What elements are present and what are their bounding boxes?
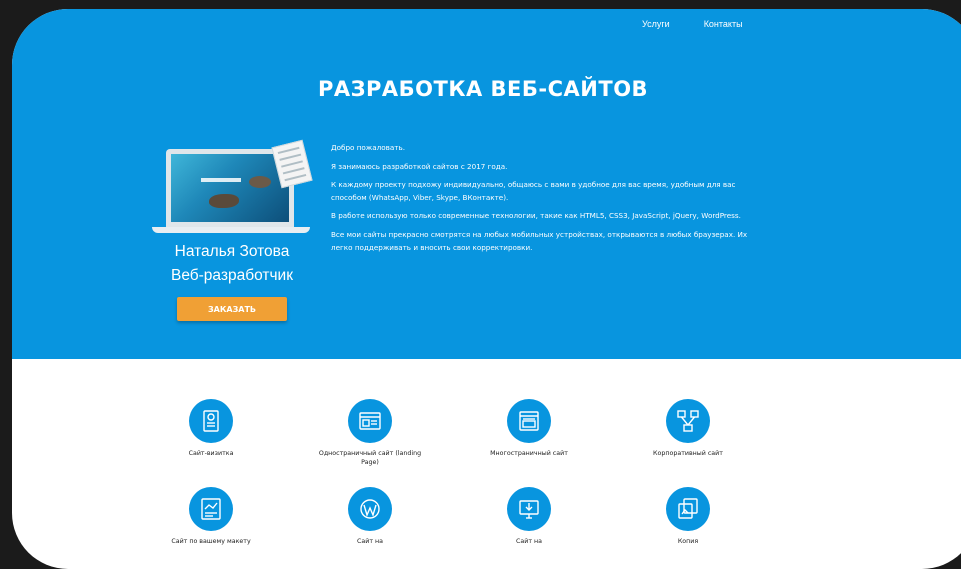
- copy-site-icon: [678, 498, 698, 519]
- developer-name: Наталья Зотова: [174, 243, 290, 260]
- intro-paragraph: Все мои сайты прекрасно смотрятся на люб…: [331, 229, 748, 252]
- intro-paragraph: В работе использую только современные те…: [331, 211, 741, 221]
- order-button[interactable]: ЗАКАЗАТЬ: [177, 297, 287, 321]
- service-item-landing-page[interactable]: Одностраничный сайт (landing Page): [315, 399, 425, 467]
- laptop-base: [152, 227, 310, 233]
- service-icon-circle: [666, 399, 710, 443]
- page-title-text: РАЗРАБОТКА ВЕБ-САЙТОВ: [317, 77, 649, 101]
- hero-section: Услуги Контакты РАЗРАБОТКА ВЕБ-САЙТОВ На…: [12, 9, 961, 359]
- page-frame: Услуги Контакты РАЗРАБОТКА ВЕБ-САЙТОВ На…: [12, 9, 961, 569]
- services-section: Сайт-визитка Одностраничный сайт (landin…: [12, 359, 961, 569]
- service-icon-circle: [666, 487, 710, 531]
- corporate-network-icon: [677, 410, 699, 432]
- service-item-corporate[interactable]: Корпоративный сайт: [633, 399, 743, 458]
- service-item-copy[interactable]: Копия: [633, 487, 743, 546]
- service-icon-circle: [507, 399, 551, 443]
- service-item-cms[interactable]: Сайт на: [474, 487, 584, 546]
- intro-text: Добро пожаловать. Я занимаюсь разработко…: [331, 142, 761, 260]
- intro-paragraph: К каждому проекту подхожу индивидуально,…: [331, 180, 736, 202]
- service-label: Корпоративный сайт: [653, 450, 723, 457]
- screen-headline-bar: [201, 178, 241, 182]
- service-label: Сайт-визитка: [188, 450, 234, 457]
- laptop-illustration: [152, 139, 313, 235]
- laptop-screen: [171, 154, 289, 222]
- landing-page-icon: [359, 412, 381, 430]
- page-title: РАЗРАБОТКА ВЕБ-САЙТОВ: [12, 77, 961, 101]
- service-item-wordpress[interactable]: Сайт на: [315, 487, 425, 546]
- screen-rock: [209, 194, 239, 208]
- service-label: Многостраничный сайт: [490, 450, 568, 457]
- multipage-site-icon: [519, 411, 539, 431]
- service-icon-circle: [189, 399, 233, 443]
- intro-paragraph: Я занимаюсь разработкой сайтов с 2017 го…: [331, 161, 508, 171]
- cms-download-icon: [519, 500, 539, 519]
- service-icon-circle: [189, 487, 233, 531]
- layout-mockup-icon: [201, 498, 221, 520]
- service-item-custom-layout[interactable]: Сайт по вашему макету: [156, 487, 266, 546]
- business-card-icon: [203, 410, 219, 432]
- intro-paragraph: Добро пожаловать.: [331, 143, 406, 152]
- developer-role: Веб-разработчик: [170, 267, 293, 284]
- service-icon-circle: [348, 399, 392, 443]
- service-icon-circle: [348, 487, 392, 531]
- service-label: Одностраничный сайт (landing Page): [318, 450, 422, 466]
- nav-link-services[interactable]: Услуги: [642, 19, 670, 29]
- service-icon-circle: [507, 487, 551, 531]
- nav-link-contacts[interactable]: Контакты: [704, 19, 743, 29]
- service-item-business-card[interactable]: Сайт-визитка: [156, 399, 266, 458]
- service-item-multipage[interactable]: Многостраничный сайт: [474, 399, 584, 458]
- wordpress-icon: [360, 499, 380, 519]
- screen-rock: [249, 176, 271, 188]
- top-nav: Услуги Контакты: [642, 19, 743, 29]
